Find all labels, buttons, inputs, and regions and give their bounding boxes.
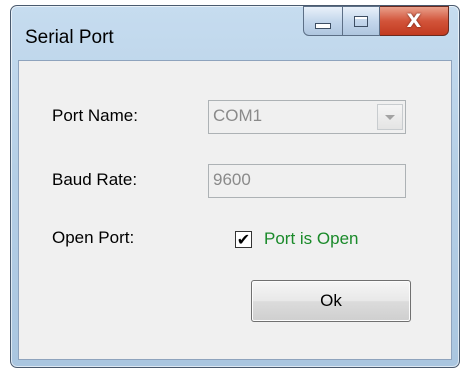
chevron-down-icon xyxy=(385,114,395,120)
port-name-label: Port Name: xyxy=(52,106,138,125)
baud-rate-label: Baud Rate: xyxy=(52,170,138,189)
close-icon: X xyxy=(406,9,422,32)
close-button[interactable]: X xyxy=(380,6,449,36)
port-open-checkbox[interactable]: ✔ xyxy=(235,231,252,248)
port-name-value: COM1 xyxy=(213,106,263,125)
port-name-combobox[interactable]: COM1 xyxy=(208,100,406,134)
window-title: Serial Port xyxy=(25,27,114,48)
checkmark-icon: ✔ xyxy=(236,229,251,249)
open-port-label: Open Port: xyxy=(52,228,135,247)
maximize-button[interactable] xyxy=(343,6,380,36)
baud-rate-field[interactable]: 9600 xyxy=(208,164,406,198)
port-open-status-text[interactable]: Port is Open xyxy=(264,229,359,249)
baud-rate-value: 9600 xyxy=(213,170,251,189)
dialog-body: Port Name: COM1 Baud Rate: 9600 Open Por… xyxy=(18,60,452,360)
window-controls: X xyxy=(303,6,449,36)
minimize-icon xyxy=(315,22,331,29)
port-name-dropdown-button[interactable] xyxy=(377,104,403,130)
ok-button[interactable]: Ok xyxy=(251,280,411,322)
serial-port-dialog: Serial Port X Port Name: COM1 Baud Rate:… xyxy=(10,5,460,368)
minimize-button[interactable] xyxy=(303,6,343,36)
maximize-icon xyxy=(354,15,368,27)
